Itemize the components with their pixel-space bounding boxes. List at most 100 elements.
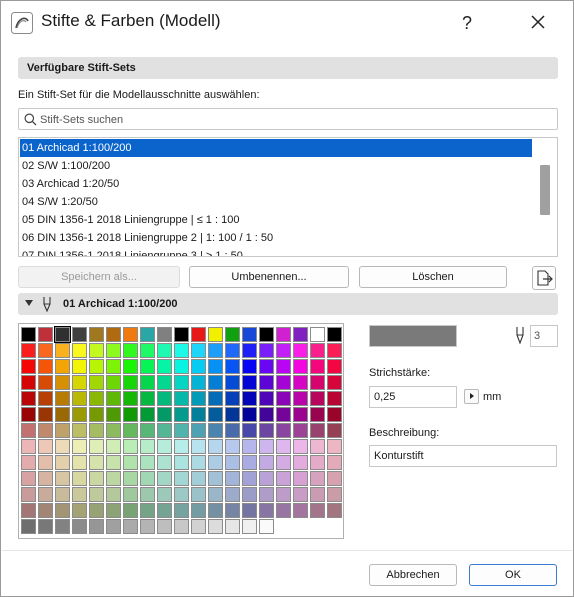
color-swatch[interactable] <box>310 455 325 470</box>
color-swatch[interactable] <box>225 327 240 342</box>
color-swatch[interactable] <box>276 407 291 422</box>
color-swatch[interactable] <box>225 503 240 518</box>
color-swatch[interactable] <box>293 407 308 422</box>
color-swatch[interactable] <box>293 503 308 518</box>
color-swatch[interactable] <box>293 343 308 358</box>
color-swatch[interactable] <box>89 327 104 342</box>
color-swatch[interactable] <box>72 503 87 518</box>
color-swatch[interactable] <box>123 423 138 438</box>
color-swatch[interactable] <box>55 407 70 422</box>
color-swatch[interactable] <box>293 391 308 406</box>
color-swatch[interactable] <box>225 471 240 486</box>
color-swatch[interactable] <box>293 375 308 390</box>
color-swatch[interactable] <box>54 326 71 343</box>
color-swatch[interactable] <box>276 343 291 358</box>
color-swatch[interactable] <box>38 375 53 390</box>
color-swatch[interactable] <box>21 423 36 438</box>
color-swatch[interactable] <box>140 503 155 518</box>
color-swatch[interactable] <box>208 487 223 502</box>
color-swatch[interactable] <box>293 327 308 342</box>
color-swatch[interactable] <box>242 471 257 486</box>
color-swatch[interactable] <box>140 471 155 486</box>
color-swatch[interactable] <box>293 487 308 502</box>
color-swatch[interactable] <box>38 519 53 534</box>
color-swatch[interactable] <box>21 503 36 518</box>
color-swatch[interactable] <box>208 359 223 374</box>
color-swatch[interactable] <box>327 439 342 454</box>
color-swatch[interactable] <box>89 407 104 422</box>
color-swatch[interactable] <box>157 343 172 358</box>
color-swatch[interactable] <box>157 455 172 470</box>
color-swatch[interactable] <box>106 359 121 374</box>
color-swatch[interactable] <box>293 455 308 470</box>
color-swatch[interactable] <box>276 471 291 486</box>
color-swatch[interactable] <box>55 343 70 358</box>
color-swatch[interactable] <box>276 391 291 406</box>
list-item[interactable]: 03 Archicad 1:20/50 <box>20 175 532 193</box>
color-swatch[interactable] <box>208 455 223 470</box>
color-swatch[interactable] <box>174 471 189 486</box>
color-swatch[interactable] <box>106 487 121 502</box>
stroke-weight-input[interactable]: 0,25 <box>369 386 457 408</box>
color-swatch[interactable] <box>106 519 121 534</box>
color-swatch[interactable] <box>123 487 138 502</box>
color-swatch[interactable] <box>327 503 342 518</box>
color-swatch[interactable] <box>327 391 342 406</box>
color-swatch[interactable] <box>72 439 87 454</box>
color-swatch[interactable] <box>123 519 138 534</box>
color-swatch[interactable] <box>140 487 155 502</box>
color-swatch[interactable] <box>174 423 189 438</box>
cancel-button[interactable]: Abbrechen <box>369 564 457 586</box>
color-swatch[interactable] <box>191 343 206 358</box>
color-swatch[interactable] <box>208 423 223 438</box>
color-swatch[interactable] <box>72 343 87 358</box>
color-swatch[interactable] <box>38 343 53 358</box>
color-swatch[interactable] <box>55 503 70 518</box>
color-swatch[interactable] <box>174 487 189 502</box>
color-swatch[interactable] <box>293 471 308 486</box>
help-button[interactable]: ? <box>450 7 484 39</box>
color-swatch[interactable] <box>191 327 206 342</box>
color-swatch[interactable] <box>72 359 87 374</box>
color-swatch[interactable] <box>242 359 257 374</box>
color-swatch[interactable] <box>208 343 223 358</box>
color-swatch[interactable] <box>174 503 189 518</box>
color-swatch[interactable] <box>157 423 172 438</box>
color-swatch[interactable] <box>327 487 342 502</box>
collapse-arrow-icon[interactable] <box>25 300 33 306</box>
color-swatch[interactable] <box>259 503 274 518</box>
color-swatch[interactable] <box>191 359 206 374</box>
color-swatch[interactable] <box>72 519 87 534</box>
color-swatch[interactable] <box>259 423 274 438</box>
color-swatch[interactable] <box>55 375 70 390</box>
color-swatch[interactable] <box>208 519 223 534</box>
color-swatch[interactable] <box>21 375 36 390</box>
color-swatch[interactable] <box>21 359 36 374</box>
export-button[interactable] <box>532 266 556 290</box>
color-swatch[interactable] <box>89 343 104 358</box>
color-swatch[interactable] <box>191 439 206 454</box>
color-swatch[interactable] <box>38 455 53 470</box>
search-input[interactable] <box>40 112 540 127</box>
color-swatch[interactable] <box>259 359 274 374</box>
color-swatch[interactable] <box>157 407 172 422</box>
color-swatch[interactable] <box>242 391 257 406</box>
color-swatch[interactable] <box>259 439 274 454</box>
ok-button[interactable]: OK <box>469 564 557 586</box>
color-swatch[interactable] <box>123 391 138 406</box>
color-swatch[interactable] <box>208 391 223 406</box>
color-swatch[interactable] <box>140 327 155 342</box>
color-swatch[interactable] <box>259 519 274 534</box>
color-swatch[interactable] <box>140 343 155 358</box>
color-swatch[interactable] <box>259 391 274 406</box>
color-swatch[interactable] <box>89 375 104 390</box>
color-swatch[interactable] <box>106 407 121 422</box>
color-swatch[interactable] <box>106 343 121 358</box>
color-swatch[interactable] <box>21 407 36 422</box>
color-swatch[interactable] <box>191 503 206 518</box>
color-swatch[interactable] <box>38 407 53 422</box>
color-swatch[interactable] <box>89 359 104 374</box>
color-swatch[interactable] <box>106 455 121 470</box>
color-swatch[interactable] <box>310 423 325 438</box>
color-swatch[interactable] <box>259 487 274 502</box>
